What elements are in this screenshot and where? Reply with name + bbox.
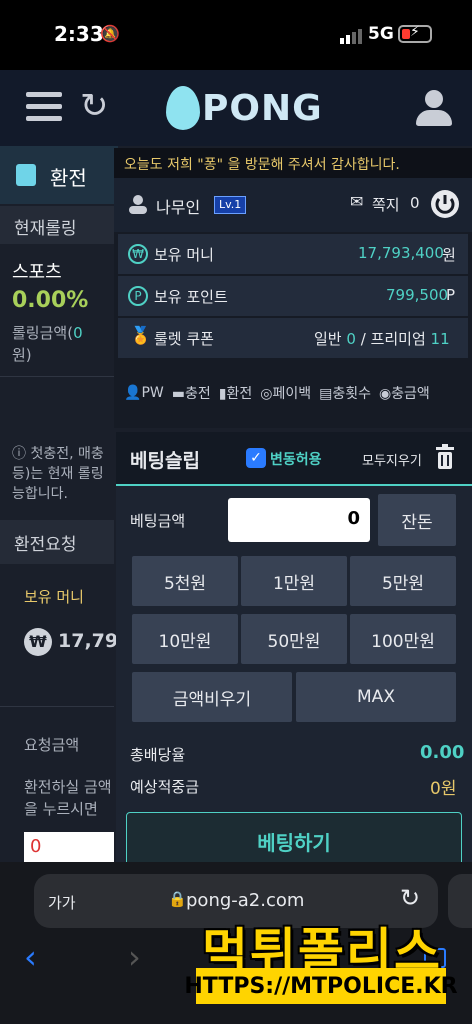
- rolling-amount-value: 0: [73, 324, 83, 342]
- clear-all-button[interactable]: 모두지우기: [362, 450, 422, 469]
- money-row: ₩ 보유 머니 17,793,400 원: [118, 234, 468, 274]
- clear-amount-button[interactable]: 금액비우기: [132, 672, 292, 722]
- won-circle-icon: ₩: [128, 244, 148, 264]
- expected-win-value: 0원: [430, 779, 457, 799]
- rolling-title: 현재롤링: [14, 219, 77, 239]
- text-size-button[interactable]: 가가: [48, 892, 76, 913]
- won-icon: ₩: [24, 628, 52, 656]
- request-line-1: 환전하실 금액: [24, 778, 112, 796]
- amount-500k-button[interactable]: 50만원: [241, 614, 347, 664]
- total-odds-label: 총배당율: [130, 746, 186, 764]
- coupon-premium-value: 11: [430, 330, 450, 348]
- allow-change-label: 변동허용: [270, 452, 322, 468]
- quick-nav: 👤PW ▬충전 ▮환전 ◎페이백 ▤충횟수 ◉충금액: [118, 378, 468, 408]
- bet-amount-label: 베팅금액: [130, 512, 186, 530]
- quick-nav-payback[interactable]: ◎페이백: [260, 383, 311, 403]
- menu-icon[interactable]: [26, 92, 62, 124]
- balance-button[interactable]: 잔돈: [378, 494, 456, 546]
- rolling-amount-unit: 원): [12, 346, 32, 364]
- allow-change-checkbox[interactable]: ✓: [246, 448, 266, 468]
- user-icon[interactable]: [416, 90, 452, 128]
- coupon-label: 룰렛 쿠폰: [154, 330, 214, 348]
- total-odds-value: 0.00: [420, 742, 465, 763]
- site-header: ↻ PONG: [0, 70, 472, 146]
- coupon-row: 🏅 룰렛 쿠폰 일반 0 / 프리미엄 11: [118, 318, 468, 358]
- reload-icon[interactable]: ↻: [400, 884, 420, 912]
- back-icon[interactable]: ‹: [24, 938, 37, 976]
- refresh-icon[interactable]: ↻: [80, 86, 109, 126]
- quick-nav-pw[interactable]: 👤PW: [124, 385, 164, 401]
- amount-5k-button[interactable]: 5천원: [132, 556, 238, 606]
- forward-icon[interactable]: ›: [128, 938, 141, 976]
- amount-10k-button[interactable]: 1만원: [241, 556, 347, 606]
- sport-label: 스포츠: [12, 262, 62, 283]
- request-amount-label: 요청금액: [24, 736, 80, 754]
- quick-nav-amount[interactable]: ◉충금액: [379, 383, 430, 403]
- point-row: P 보유 포인트 799,500 P: [118, 276, 468, 316]
- notice-line-3: 능합니다.: [12, 486, 68, 502]
- tab-exchange[interactable]: 환전: [0, 146, 118, 204]
- coupon-premium-label: 프리미엄: [370, 330, 426, 348]
- quick-nav-count[interactable]: ▤충횟수: [319, 383, 371, 403]
- watermark-url: HTTPS://MTPOLICE.KR: [184, 968, 458, 1004]
- money-value: 17,793,400: [358, 244, 444, 262]
- point-label: 보유 포인트: [154, 288, 228, 306]
- logo-drop-icon: [166, 86, 200, 130]
- place-bet-button[interactable]: 베팅하기: [126, 812, 462, 866]
- message-count: 0: [410, 194, 420, 212]
- amount-50k-button[interactable]: 5만원: [350, 556, 456, 606]
- money-label: 보유 머니: [154, 246, 214, 264]
- amount-input[interactable]: 0: [24, 832, 114, 862]
- amount-100k-button[interactable]: 10만원: [132, 614, 238, 664]
- trash-icon[interactable]: [434, 444, 456, 470]
- level-badge: Lv.1: [214, 196, 247, 214]
- signal-icon: [340, 29, 362, 44]
- tab-exchange-label: 환전: [50, 166, 87, 190]
- watermark: 먹튀폴리스 HTTPS://MTPOLICE.KR: [184, 912, 458, 1024]
- notice-line-2: 등)는 현재 롤링: [12, 466, 104, 482]
- user-small-icon: [129, 195, 147, 214]
- quick-nav-deposit[interactable]: ▬충전: [172, 383, 211, 403]
- status-bar: 2:33 🔕 5G ⚡: [0, 0, 472, 70]
- sport-rolling-pct: 0.00%: [12, 288, 89, 313]
- account-panel: 오늘도 저희 "퐁" 을 방문해 주셔서 감사합니다. 나무인 Lv.1 ✉ 쪽…: [114, 148, 472, 428]
- expected-win-label: 예상적중금: [130, 778, 200, 796]
- exchange-request-title: 환전요청: [14, 535, 77, 555]
- max-button[interactable]: MAX: [296, 672, 456, 722]
- point-circle-icon: P: [128, 286, 148, 306]
- bet-amount-input[interactable]: 0: [228, 498, 370, 542]
- logo-text: PONG: [202, 87, 323, 129]
- network-label: 5G: [368, 24, 394, 44]
- quick-nav-exchange[interactable]: ▮환전: [219, 383, 252, 403]
- coupon-normal-label: 일반: [314, 330, 342, 348]
- message-label[interactable]: 쪽지: [372, 194, 400, 215]
- bell-slash-icon: 🔕: [100, 24, 120, 43]
- envelope-icon[interactable]: ✉: [350, 192, 363, 211]
- bet-slip-header: 베팅슬립 ✓ 변동허용 모두지우기: [116, 432, 472, 486]
- money-unit: 원: [442, 246, 456, 264]
- site-logo[interactable]: PONG: [166, 82, 323, 134]
- status-time: 2:33: [54, 22, 104, 46]
- power-icon[interactable]: [430, 189, 460, 219]
- battery-icon: ⚡: [398, 24, 432, 43]
- amount-1m-button[interactable]: 100만원: [350, 614, 456, 664]
- notice-line-1: ⓘ 첫충전, 매충: [12, 446, 104, 462]
- holding-money-label: 보유 머니: [24, 588, 84, 606]
- point-unit: P: [446, 286, 456, 304]
- username: 나무인: [156, 198, 201, 217]
- lock-icon: 🔒: [168, 890, 187, 908]
- point-value: 799,500: [386, 286, 449, 304]
- rolling-amount-label: 롤링금액(: [12, 324, 74, 342]
- url-text: pong-a2.com: [186, 890, 305, 911]
- bet-slip: 베팅슬립 ✓ 변동허용 모두지우기 베팅금액 0 잔돈 5천원 1만원 5만원 …: [116, 432, 472, 866]
- bet-slip-title: 베팅슬립: [130, 450, 200, 472]
- coupon-normal-value: 0: [346, 330, 356, 348]
- exchange-icon: [16, 164, 36, 186]
- request-line-2: 을 누르시면: [24, 800, 98, 818]
- coupon-separator: /: [360, 330, 366, 348]
- medal-icon: 🏅: [130, 326, 152, 346]
- welcome-message: 오늘도 저희 "퐁" 을 방문해 주셔서 감사합니다.: [114, 148, 472, 178]
